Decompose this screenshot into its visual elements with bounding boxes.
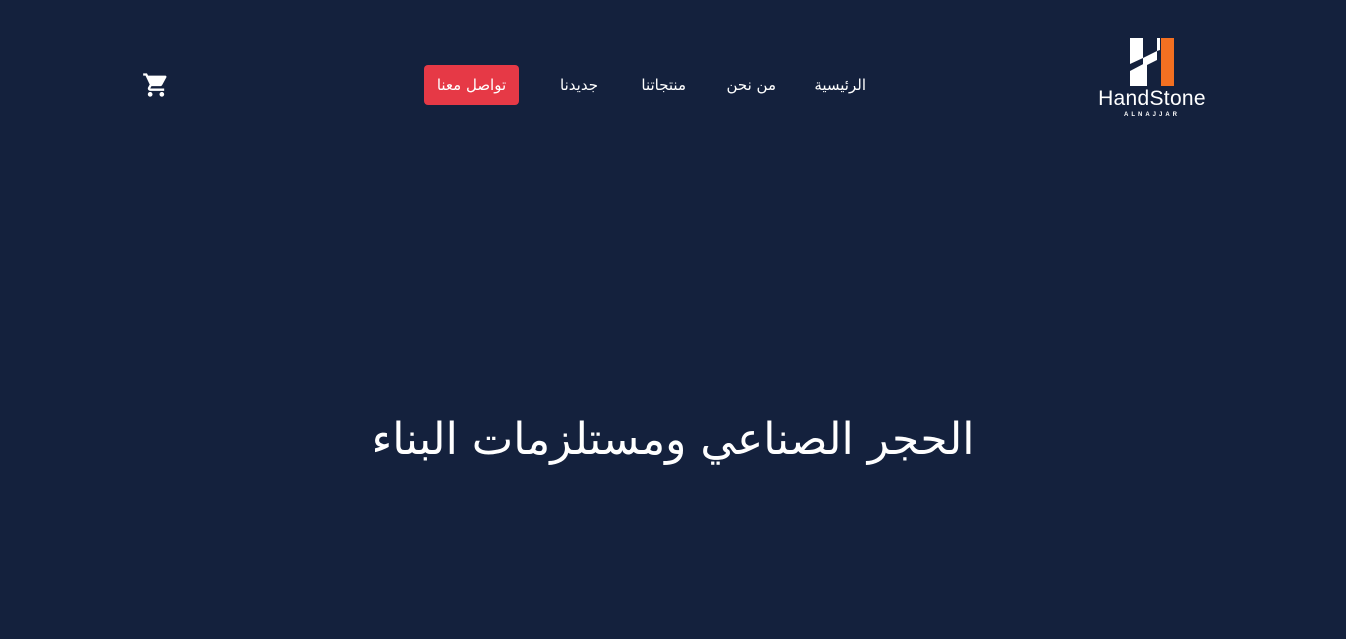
hero-title: الحجر الصناعي ومستلزمات البناء [371, 414, 975, 465]
nav-item-home[interactable]: الرئيسية [814, 65, 866, 105]
site-logo[interactable]: HandStone ALNAJJAR [1086, 36, 1218, 122]
main-nav: الرئيسية من نحن منتجاتنا جديدنا تواصل مع… [420, 65, 880, 105]
page: HandStone ALNAJJAR الرئيسية من نحن منتجا… [0, 0, 1346, 639]
nav-item-news[interactable]: جديدنا [560, 65, 598, 105]
contact-us-button[interactable]: تواصل معنا [424, 65, 519, 105]
shopping-cart-icon [143, 73, 167, 97]
nav-item-about[interactable]: من نحن [727, 65, 777, 105]
nav-item-products[interactable]: منتجاتنا [641, 65, 686, 105]
logo-subtitle: ALNAJJAR [1123, 112, 1180, 118]
logo-wordmark: HandStone [1098, 87, 1206, 110]
cart-button[interactable] [142, 70, 170, 100]
handstone-logo-icon [1130, 38, 1174, 86]
